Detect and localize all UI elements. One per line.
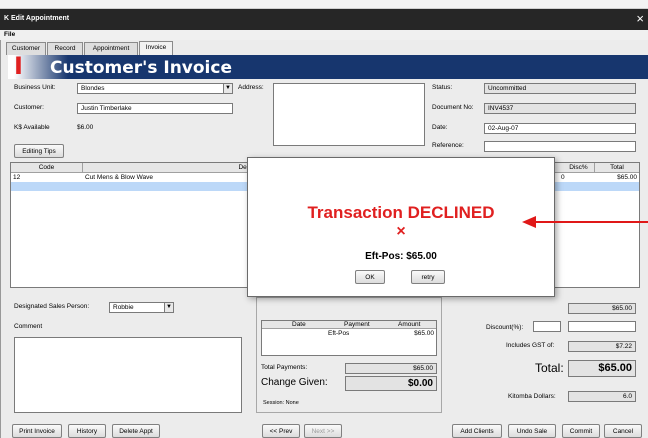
prev-button[interactable]: << Prev: [262, 424, 300, 438]
dialog-title: Transaction DECLINED: [307, 203, 495, 222]
gst-field: $7.22: [568, 341, 636, 352]
declined-x-icon: ×: [396, 223, 406, 240]
payment-row-amount: $65.00: [414, 330, 434, 337]
declined-dialog: Transaction DECLINED × Eft-Pos: $65.00 O…: [247, 157, 555, 297]
kitomba-field: 6.0: [568, 391, 636, 402]
status-field: Uncommitted: [484, 83, 636, 94]
row-code: 12: [13, 174, 21, 181]
business-unit-label: Business Unit:: [14, 84, 56, 91]
annotation-arrow: [522, 216, 648, 228]
row-disc: 0: [561, 174, 565, 181]
discount-amount-field[interactable]: [568, 321, 636, 332]
available-value: $6.00: [77, 124, 94, 131]
ok-button[interactable]: OK: [355, 270, 385, 284]
total-label: Total:: [535, 361, 564, 375]
menu-file[interactable]: File: [4, 31, 15, 38]
change-given-field: $0.00: [345, 376, 437, 391]
history-button[interactable]: History: [68, 424, 106, 438]
payments-panel: Date Payment Amount Eft-Pos $65.00 Total…: [256, 297, 442, 413]
sales-person-select[interactable]: Robbie ▼: [109, 302, 174, 313]
comment-textarea[interactable]: [14, 337, 242, 413]
payments-table: Date Payment Amount Eft-Pos $65.00: [261, 320, 437, 356]
address-textarea[interactable]: [273, 83, 425, 146]
close-icon[interactable]: ×: [636, 11, 644, 26]
window-app-icon: K: [4, 15, 10, 22]
dialog-amount: Eft-Pos: $65.00: [365, 251, 437, 262]
title-bar: K Edit Appointment ×: [0, 9, 648, 30]
total-payments-field: $65.00: [345, 363, 437, 374]
business-unit-select[interactable]: Blondes ▼: [77, 83, 233, 94]
commit-button[interactable]: Commit: [562, 424, 600, 438]
add-clients-button[interactable]: Add Clients: [452, 424, 502, 438]
kitomba-label: Kitomba Dollars:: [508, 393, 556, 400]
cancel-button[interactable]: Cancel: [604, 424, 642, 438]
total-field: $65.00: [568, 360, 636, 377]
tab-invoice[interactable]: Invoice: [139, 41, 173, 55]
address-label: Address:: [238, 84, 264, 91]
tab-appointment[interactable]: Appointment: [84, 42, 138, 55]
subtotal-field: $65.00: [568, 303, 636, 314]
payments-col-date: Date: [292, 321, 306, 328]
row-total: $65.00: [617, 174, 637, 181]
delete-appt-button[interactable]: Delete Appt: [112, 424, 160, 438]
available-label: K$ Available: [14, 124, 50, 131]
invoice-header-glyph: I: [14, 52, 23, 80]
menu-bar: File: [0, 30, 648, 40]
docno-field: INV4537: [484, 103, 636, 114]
sales-person-value: Robbie: [113, 304, 134, 311]
col-disc-header[interactable]: Disc%: [563, 163, 595, 173]
status-label: Status:: [432, 84, 453, 91]
discount-field[interactable]: [533, 321, 561, 332]
reference-field[interactable]: [484, 141, 636, 152]
print-invoice-button[interactable]: Print Invoice: [12, 424, 62, 438]
retry-button[interactable]: retry: [411, 270, 445, 284]
window-title: Edit Appointment: [11, 15, 70, 22]
page-title: Customer's Invoice: [50, 58, 232, 78]
tab-record[interactable]: Record: [47, 42, 83, 55]
total-payments-label: Total Payments:: [261, 364, 308, 371]
row-desc: Cut Mens & Blow Wave: [85, 174, 154, 181]
col-desc-header[interactable]: Des: [83, 163, 253, 173]
gst-label: Includes GST of:: [506, 342, 555, 349]
sales-person-label: Designated Sales Person:: [14, 303, 90, 310]
next-button[interactable]: Next >>: [304, 424, 342, 438]
payment-row-method: Eft-Pos: [328, 330, 350, 337]
annotation-arrow-head: [522, 216, 536, 228]
editing-tips-button[interactable]: Editing Tips: [14, 144, 64, 158]
col-total-header[interactable]: Total: [595, 163, 639, 173]
payments-col-payment: Payment: [344, 321, 370, 328]
session-label: Session: None: [263, 400, 299, 406]
reference-label: Reference:: [432, 142, 464, 149]
payments-col-amount: Amount: [398, 321, 421, 328]
undo-sale-button[interactable]: Undo Sale: [508, 424, 556, 438]
chevron-down-icon[interactable]: ▼: [223, 84, 232, 93]
customer-field[interactable]: Justin Timberlake: [77, 103, 233, 114]
change-given-label: Change Given:: [261, 377, 328, 388]
docno-label: Document No:: [432, 104, 474, 111]
col-code-header[interactable]: Code: [11, 163, 83, 173]
date-field[interactable]: 02-Aug-07: [484, 123, 636, 134]
comment-label: Comment: [14, 323, 43, 330]
tab-customer[interactable]: Customer: [6, 42, 46, 55]
customer-label: Customer:: [14, 104, 44, 111]
discount-label: Discount(%):: [486, 324, 524, 331]
desktop-strip: [0, 0, 648, 9]
chevron-down-icon[interactable]: ▼: [164, 303, 173, 312]
date-label: Date:: [432, 124, 448, 131]
business-unit-value: Blondes: [81, 85, 105, 92]
payments-header: Date Payment Amount: [262, 321, 436, 329]
